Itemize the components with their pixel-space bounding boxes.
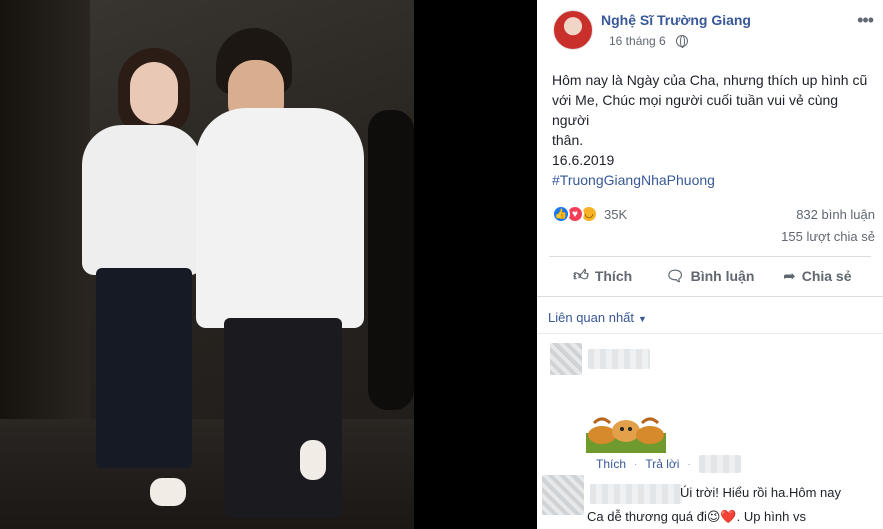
hashtag-link[interactable]: #TruongGiangNhaPhuong bbox=[552, 170, 872, 190]
commenter-avatar[interactable] bbox=[550, 343, 582, 375]
comment-sort-label: Liên quan nhất bbox=[548, 310, 635, 325]
comment-label: Bình luận bbox=[690, 268, 755, 284]
divider bbox=[537, 333, 883, 334]
photo-viewer[interactable] bbox=[0, 0, 537, 529]
share-count[interactable]: 155 lượt chia sẻ bbox=[781, 229, 875, 244]
comment-text: Úi trời! Hiểu rồi ha.Hôm nay Ca dễ thươn… bbox=[587, 481, 877, 529]
globe-icon bbox=[676, 35, 688, 48]
like-icon: 👍 bbox=[552, 205, 570, 223]
post-header: Nghệ Sĩ Trường Giang 16 tháng 6 ••• bbox=[537, 0, 883, 60]
photo-person-left-pants bbox=[96, 268, 192, 468]
post-text-line: Hôm nay là Ngày của Cha, nhưng thích up … bbox=[552, 72, 868, 88]
share-button[interactable]: ➦ Chia sẻ bbox=[764, 258, 871, 294]
comment-text-line: Ca dễ thương quá đi😉❤️. Up hình vs bbox=[587, 509, 806, 524]
photo-person-right-shirt bbox=[196, 108, 364, 328]
divider bbox=[537, 296, 883, 297]
comment-time-redacted bbox=[698, 455, 741, 473]
comment-text-line: Úi trời! Hiểu rồi ha.Hôm nay bbox=[680, 485, 841, 500]
comment-like-link[interactable]: Thích bbox=[596, 457, 626, 471]
post-photo[interactable] bbox=[0, 0, 414, 529]
post-message: Hôm nay là Ngày của Cha, nhưng thích up … bbox=[552, 70, 872, 190]
like-button[interactable]: 👍︎ Thích bbox=[549, 258, 656, 294]
share-arrow-icon: ➦ bbox=[783, 268, 796, 285]
photo-floor bbox=[0, 419, 414, 529]
photo-person-right-pants bbox=[224, 318, 342, 518]
photo-person-right-shoes bbox=[300, 440, 326, 480]
photo-person-left-face bbox=[130, 62, 178, 124]
share-label: Chia sẻ bbox=[801, 268, 852, 284]
comment-count[interactable]: 832 bình luận bbox=[796, 207, 875, 222]
page-avatar[interactable] bbox=[553, 10, 593, 50]
reactions-summary[interactable]: 👍 ♥ ◡ 35K bbox=[552, 204, 627, 224]
post-text-line: thân. bbox=[552, 132, 584, 148]
post-text-line: với Me, Chúc mọi người cuối tuần vui vẻ … bbox=[552, 92, 839, 128]
separator-dot: · bbox=[634, 458, 638, 470]
comment-reply-link[interactable]: Trả lời bbox=[645, 457, 679, 471]
more-options-icon[interactable]: ••• bbox=[857, 10, 874, 31]
comment-bubble-icon: 🗨︎ bbox=[665, 268, 685, 285]
photo-person-left-shirt bbox=[82, 125, 202, 275]
divider bbox=[549, 256, 871, 257]
commenter-avatar[interactable] bbox=[542, 475, 584, 515]
post-side-panel: Nghệ Sĩ Trường Giang 16 tháng 6 ••• Hôm … bbox=[537, 0, 883, 529]
comment-sort-dropdown[interactable]: Liên quan nhất ▼ bbox=[548, 310, 647, 325]
post-actions-bar: 👍︎ Thích 🗨︎ Bình luận ➦ Chia sẻ bbox=[549, 258, 871, 294]
commenter-name-redacted bbox=[588, 349, 650, 369]
comment-sticker bbox=[586, 417, 666, 453]
comment-actions: Thích · Trả lời · bbox=[596, 455, 741, 473]
reactions-count[interactable]: 35K bbox=[604, 207, 627, 222]
like-label: Thích bbox=[594, 268, 633, 284]
thumbs-up-icon: 👍︎ bbox=[573, 267, 589, 284]
post-timestamp[interactable]: 16 tháng 6 bbox=[609, 34, 666, 48]
photo-person-background bbox=[368, 110, 414, 410]
caret-down-icon: ▼ bbox=[638, 314, 647, 324]
photo-person-left-shoes bbox=[150, 478, 186, 506]
post-date-line: 16.6.2019 bbox=[552, 152, 615, 168]
separator-dot: · bbox=[687, 458, 691, 470]
page-name-link[interactable]: Nghệ Sĩ Trường Giang bbox=[601, 12, 751, 28]
comment-button[interactable]: 🗨︎ Bình luận bbox=[656, 258, 763, 294]
